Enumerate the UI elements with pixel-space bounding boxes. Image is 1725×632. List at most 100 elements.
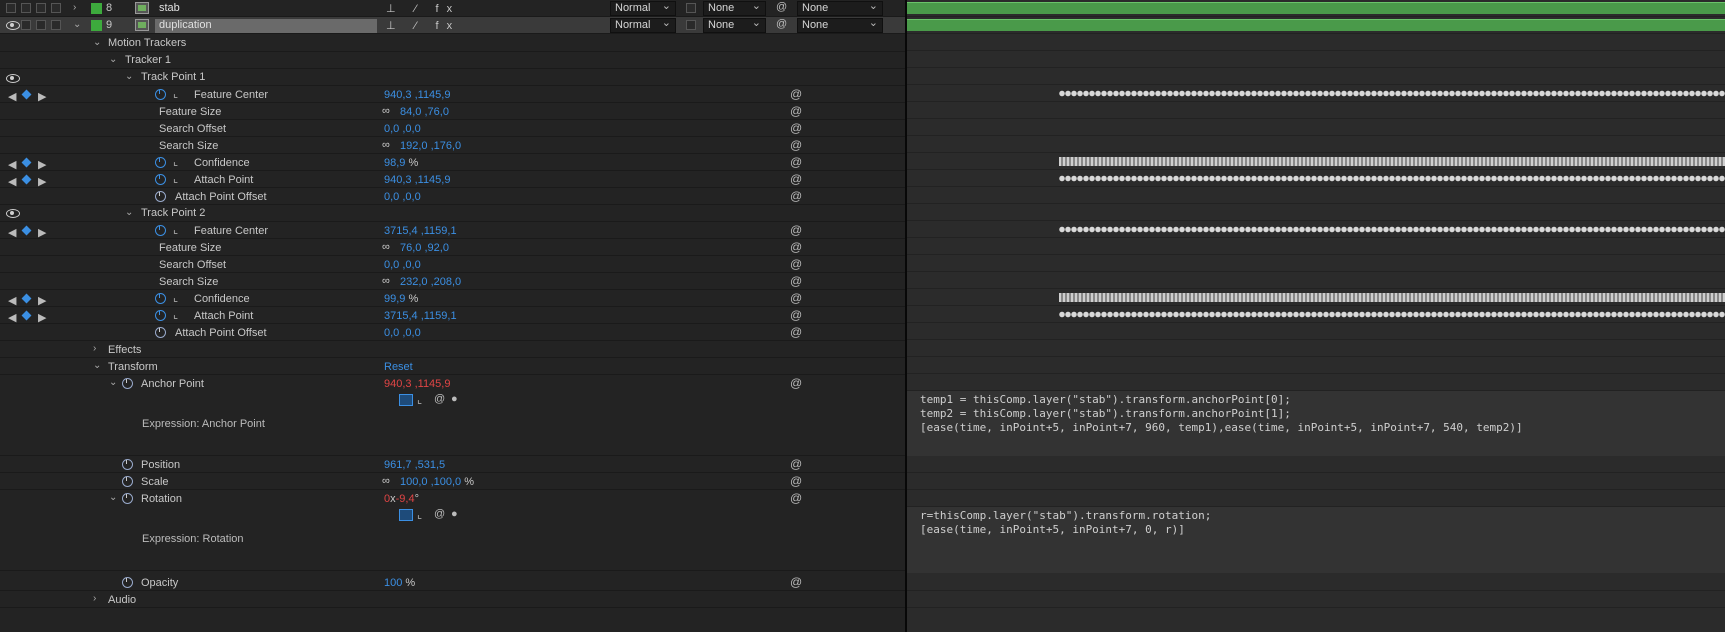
keyframes-feature-center-2[interactable] bbox=[1059, 226, 1725, 233]
prop-value[interactable]: 0x-9,4° bbox=[384, 493, 419, 505]
group-transform[interactable]: ⌄ Transform Reset bbox=[0, 358, 905, 375]
next-keyframe-icon[interactable]: ▶ bbox=[38, 226, 47, 239]
graph-icon[interactable]: ⌞ bbox=[417, 393, 422, 406]
prop-confidence-1[interactable]: ◀ ▶ ⌞ Confidence 98,9 % @ bbox=[0, 154, 905, 171]
lock-switch[interactable] bbox=[51, 3, 61, 13]
solo-switch[interactable] bbox=[36, 3, 46, 13]
prop-value[interactable]: 0,0 ,0,0 bbox=[384, 123, 421, 135]
spiral-icon[interactable]: @ bbox=[790, 121, 802, 135]
prop-value[interactable]: 940,3 ,1145,9 bbox=[384, 89, 450, 101]
prop-value[interactable]: 940,3 ,1145,9 bbox=[384, 174, 450, 186]
blend-mode-dropdown[interactable]: Normal bbox=[610, 17, 676, 33]
prop-anchor-point[interactable]: ⌄ Anchor Point 940,3 ,1145,9 @ bbox=[0, 375, 905, 392]
stopwatch-icon[interactable] bbox=[122, 577, 133, 588]
chevron-down-icon[interactable]: ⌄ bbox=[109, 492, 117, 503]
prop-attach-offset-1[interactable]: Attach Point Offset 0,0 ,0,0 @ bbox=[0, 188, 905, 205]
lock-switch[interactable] bbox=[51, 20, 61, 30]
eye-icon[interactable] bbox=[6, 74, 20, 83]
label-color-swatch[interactable] bbox=[91, 3, 102, 14]
prop-value[interactable]: 232,0 ,208,0 bbox=[400, 276, 461, 288]
spiral-icon[interactable]: @ bbox=[790, 491, 802, 505]
stopwatch-icon[interactable] bbox=[155, 293, 166, 304]
graph-icon[interactable]: ⌞ bbox=[417, 508, 422, 521]
graph-icon[interactable]: ⌞ bbox=[173, 155, 178, 168]
spiral-icon[interactable]: @ bbox=[790, 257, 802, 271]
stopwatch-icon[interactable] bbox=[155, 191, 166, 202]
expression-enable-icon[interactable] bbox=[399, 509, 413, 521]
video-switch[interactable] bbox=[6, 3, 16, 13]
stopwatch-icon[interactable] bbox=[122, 493, 133, 504]
chevron-down-icon[interactable]: ⌄ bbox=[109, 54, 117, 65]
next-keyframe-icon[interactable]: ▶ bbox=[38, 294, 47, 307]
link-icon[interactable]: ∞ bbox=[382, 475, 390, 487]
expression-enable-icon[interactable] bbox=[399, 394, 413, 406]
link-icon[interactable]: ∞ bbox=[382, 275, 390, 287]
prop-confidence-2[interactable]: ◀ ▶ ⌞ Confidence 99,9 % @ bbox=[0, 290, 905, 307]
chevron-down-icon[interactable]: ⌄ bbox=[109, 377, 117, 388]
spiral-icon[interactable]: @ bbox=[790, 325, 802, 339]
prev-keyframe-icon[interactable]: ◀ bbox=[8, 311, 17, 324]
prop-value[interactable]: 98,9 % bbox=[384, 157, 418, 169]
prop-search-size-2[interactable]: Search Size ∞ 232,0 ,208,0 @ bbox=[0, 273, 905, 290]
prop-search-size-1[interactable]: Search Size ∞ 192,0 ,176,0 @ bbox=[0, 137, 905, 154]
prop-feature-size-1[interactable]: Feature Size ∞ 84,0 ,76,0 @ bbox=[0, 103, 905, 120]
graph-icon[interactable]: ⌞ bbox=[173, 87, 178, 100]
graph-icon[interactable]: ⌞ bbox=[173, 308, 178, 321]
track-matte-dropdown[interactable]: None bbox=[703, 17, 766, 33]
keyframes-attach-point-2[interactable] bbox=[1059, 311, 1725, 318]
stopwatch-icon[interactable] bbox=[155, 157, 166, 168]
graph-icon[interactable]: ⌞ bbox=[173, 172, 178, 185]
prop-attach-point-1[interactable]: ◀ ▶ ⌞ Attach Point 940,3 ,1145,9 @ bbox=[0, 171, 905, 188]
eye-icon[interactable] bbox=[6, 21, 20, 30]
link-icon[interactable]: ∞ bbox=[382, 139, 390, 151]
spiral-icon[interactable]: @ bbox=[790, 575, 802, 589]
graph-icon[interactable]: ⌞ bbox=[173, 291, 178, 304]
spiral-icon[interactable]: @ bbox=[790, 474, 802, 488]
prev-keyframe-icon[interactable]: ◀ bbox=[8, 158, 17, 171]
layer-row-stab[interactable]: › 8 stab ⊥ ⁄ fx Normal None @ None bbox=[0, 0, 905, 17]
prev-keyframe-icon[interactable]: ◀ bbox=[8, 226, 17, 239]
graph-icon[interactable]: ⌞ bbox=[173, 223, 178, 236]
group-motion-trackers[interactable]: ⌄ Motion Trackers bbox=[0, 35, 905, 52]
expand-chevron-icon[interactable]: › bbox=[73, 2, 76, 13]
timeline-area[interactable]: temp1 = thisComp.layer("stab").transform… bbox=[907, 0, 1725, 632]
chevron-down-icon[interactable]: ⌄ bbox=[125, 207, 133, 218]
collapse-chevron-icon[interactable]: ⌄ bbox=[73, 19, 81, 30]
pickwhip-icon[interactable]: @ bbox=[776, 18, 787, 30]
degrees[interactable]: -9,4 bbox=[396, 493, 415, 505]
solo-switch[interactable] bbox=[36, 20, 46, 30]
prop-value[interactable]: 0,0 ,0,0 bbox=[384, 327, 421, 339]
chevron-right-icon[interactable]: › bbox=[93, 343, 96, 354]
prop-value[interactable]: 99,9 % bbox=[384, 293, 418, 305]
prop-attach-offset-2[interactable]: Attach Point Offset 0,0 ,0,0 @ bbox=[0, 324, 905, 341]
prop-value[interactable]: 0,0 ,0,0 bbox=[384, 259, 421, 271]
audio-switch[interactable] bbox=[21, 3, 31, 13]
prop-value[interactable]: 192,0 ,176,0 bbox=[400, 140, 461, 152]
prop-scale[interactable]: Scale ∞ 100,0 ,100,0 % @ bbox=[0, 473, 905, 490]
spiral-icon[interactable]: @ bbox=[790, 291, 802, 305]
spiral-icon[interactable]: @ bbox=[790, 457, 802, 471]
group-audio[interactable]: › Audio bbox=[0, 591, 905, 608]
blend-mode-dropdown[interactable]: Normal bbox=[610, 0, 676, 16]
layer-row-duplication[interactable]: ⌄ 9 duplication ⊥ ⁄ fx Normal None @ Non… bbox=[0, 17, 905, 34]
prop-opacity[interactable]: Opacity 100 % @ bbox=[0, 574, 905, 591]
spiral-icon[interactable]: @ bbox=[790, 376, 802, 390]
parent-dropdown[interactable]: None bbox=[797, 17, 883, 33]
spiral-icon[interactable]: @ bbox=[790, 240, 802, 254]
stopwatch-icon[interactable] bbox=[122, 459, 133, 470]
preserve-transparency-switch[interactable] bbox=[686, 3, 696, 13]
stopwatch-icon[interactable] bbox=[155, 310, 166, 321]
link-icon[interactable]: ∞ bbox=[382, 105, 390, 117]
prop-value[interactable]: 76,0 ,92,0 bbox=[400, 242, 449, 254]
stopwatch-icon[interactable] bbox=[155, 89, 166, 100]
parent-dropdown[interactable]: None bbox=[797, 0, 883, 16]
prop-feature-center-2[interactable]: ◀ ▶ ⌞ Feature Center 3715,4 ,1159,1 @ bbox=[0, 222, 905, 239]
keyframe-icon[interactable] bbox=[21, 157, 32, 168]
expression-editor-rotation[interactable]: r=thisComp.layer("stab").transform.rotat… bbox=[907, 507, 1725, 573]
spiral-icon[interactable]: @ bbox=[790, 308, 802, 322]
layer-switches[interactable]: ⊥ ⁄ fx bbox=[386, 19, 460, 32]
prop-search-offset-2[interactable]: Search Offset 0,0 ,0,0 @ bbox=[0, 256, 905, 273]
chevron-down-icon[interactable]: ⌄ bbox=[93, 37, 101, 48]
prop-feature-size-2[interactable]: Feature Size ∞ 76,0 ,92,0 @ bbox=[0, 239, 905, 256]
expression-editor-anchor[interactable]: temp1 = thisComp.layer("stab").transform… bbox=[907, 391, 1725, 456]
